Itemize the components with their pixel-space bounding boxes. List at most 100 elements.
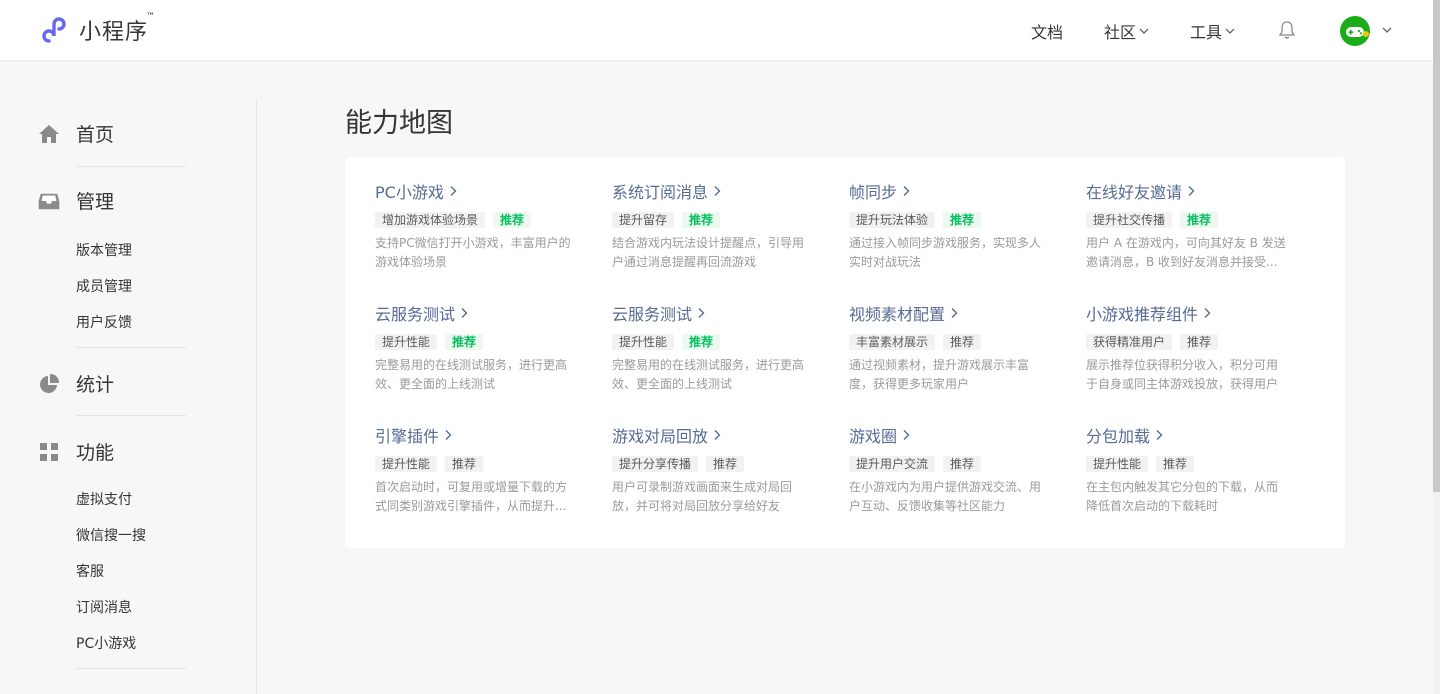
recommend-badge: 推荐 (682, 212, 721, 228)
divider (76, 166, 186, 167)
feature-tags: 提升性能 推荐 (375, 456, 575, 472)
home-icon (39, 124, 59, 143)
feature-title-link[interactable]: 游戏圈 (849, 423, 1049, 447)
feature-tag: 提升社交传播 (1086, 212, 1173, 228)
feature-title-link[interactable]: 系统订阅消息 (612, 179, 812, 203)
feature-description: 通过接入帧同步游戏服务，实现多人实时对战玩法 (849, 236, 1042, 269)
feature-title-link[interactable]: 视频素材配置 (849, 301, 1049, 325)
avatar[interactable] (1340, 16, 1370, 46)
feature-item: 游戏对局回放 提升分享传播 推荐 用户可录制游戏画面来生成对局回放，并可将对局回放分享… (612, 423, 812, 516)
sidebar-item-member-manage[interactable]: 成员管理 (76, 276, 132, 296)
chevron-right-icon (714, 186, 721, 196)
feature-description: 完整易用的在线测试服务，进行更高效、更全面的上线测试 (612, 358, 805, 391)
sidebar-item-subscribe-message[interactable]: 订阅消息 (76, 597, 132, 617)
mini-program-logo-icon (42, 17, 66, 43)
sidebar-item-version-manage[interactable]: 版本管理 (76, 240, 132, 260)
feature-title-link[interactable]: 云服务测试 (612, 301, 812, 325)
sidebar-item-pc-minigame[interactable]: PC小游戏 (76, 633, 136, 653)
recommend-badge: 推荐 (1180, 212, 1219, 228)
feature-tag: 丰富素材展示 (849, 334, 936, 350)
feature-title: 游戏对局回放 (612, 427, 709, 446)
bell-icon[interactable] (1278, 20, 1296, 40)
feature-item: PC小游戏增加游戏体验场景 推荐支持PC微信打开小游戏，丰富用户的游戏体验场景 (375, 179, 575, 272)
feature-title: 视频素材配置 (849, 305, 946, 324)
pie-chart-icon (40, 373, 60, 393)
page-title: 能力地图 (345, 108, 453, 139)
feature-tag: 提升玩法体验 (849, 212, 936, 228)
feature-title-link[interactable]: 在线好友邀请 (1086, 179, 1286, 203)
feature-item: 游戏圈提升用户交流 推荐在小游戏内为用户提供游戏交流、用户互动、反馈收集等社区能力 (849, 423, 1049, 516)
chevron-right-icon (1156, 430, 1163, 440)
feature-title: 游戏圈 (849, 427, 898, 446)
nav-tools[interactable]: 工具 (1190, 19, 1235, 43)
feature-tags: 提升留存 推荐 (612, 212, 812, 228)
chevron-right-icon (1204, 308, 1211, 318)
chevron-down-icon (1139, 28, 1149, 34)
feature-tag: 获得精准用户 (1086, 334, 1173, 350)
chevron-right-icon (714, 430, 721, 440)
feature-tag: 提升留存 (612, 212, 675, 228)
feature-title-link[interactable]: PC小游戏 (375, 179, 575, 203)
nav-community[interactable]: 社区 (1104, 19, 1149, 43)
feature-tag: 推荐 (943, 456, 982, 472)
chevron-right-icon (951, 308, 958, 318)
sidebar-item-virtual-pay[interactable]: 虚拟支付 (76, 489, 132, 509)
feature-tag: 提升性能 (375, 334, 438, 350)
sidebar-item-manage[interactable]: 管理 (38, 187, 114, 214)
feature-title: 在线好友邀请 (1086, 183, 1183, 202)
scrollbar[interactable] (1433, 0, 1440, 694)
divider (76, 415, 186, 416)
feature-tag: 提升分享传播 (612, 456, 699, 472)
feature-title-link[interactable]: 游戏对局回放 (612, 423, 812, 447)
sidebar-item-label: 管理 (76, 191, 115, 213)
feature-description: 结合游戏内玩法设计提醒点，引导用户通过消息提醒再回流游戏 (612, 236, 805, 269)
recommend-badge: 推荐 (682, 334, 721, 350)
logo[interactable]: 小程序 ™ (38, 12, 155, 46)
feature-title-link[interactable]: 云服务测试 (375, 301, 575, 325)
feature-description: 在小游戏内为用户提供游戏交流、用户互动、反馈收集等社区能力 (849, 480, 1042, 513)
feature-title: 系统订阅消息 (612, 183, 709, 202)
feature-description: 在主包内触发其它分包的下载，从而降低首次启动的下载耗时 (1086, 480, 1279, 513)
feature-title-link[interactable]: 小游戏推荐组件 (1086, 301, 1286, 325)
feature-tags: 提升分享传播 推荐 (612, 456, 812, 472)
feature-title-link[interactable]: 引擎插件 (375, 423, 575, 447)
feature-tag: 提升用户交流 (849, 456, 936, 472)
chevron-right-icon (445, 430, 452, 440)
scrollbar-thumb[interactable] (1433, 0, 1440, 492)
feature-description: 用户 A 在游戏内，可向其好友 B 发送邀请消息，B 收到好友消息并接受... (1086, 236, 1286, 269)
feature-tag: 推荐 (445, 456, 484, 472)
feature-tag: 增加游戏体验场景 (375, 212, 486, 228)
sidebar: 首页 管理 版本管理 成员管理 用户反馈 统计 功能 虚拟支付 微信搜一搜 客服… (0, 100, 257, 694)
chevron-down-icon[interactable] (1381, 24, 1393, 36)
chevron-right-icon (903, 186, 910, 196)
sidebar-item-features[interactable]: 功能 (38, 438, 114, 465)
feature-item: 帧同步提升玩法体验 推荐通过接入帧同步游戏服务，实现多人实时对战玩法 (849, 179, 1049, 272)
feature-tags: 提升玩法体验 推荐 (849, 212, 1049, 228)
sidebar-item-user-feedback[interactable]: 用户反馈 (76, 312, 132, 332)
feature-title: 帧同步 (849, 183, 898, 202)
feature-item: 小游戏推荐组件获得精准用户 推荐展示推荐位获得积分收入，积分可用于自身或同主体游戏… (1086, 301, 1286, 394)
sidebar-item-wechat-search[interactable]: 微信搜一搜 (76, 525, 146, 545)
chevron-right-icon (698, 308, 705, 318)
feature-title-link[interactable]: 分包加载 (1086, 423, 1286, 447)
feature-tag: 推荐 (1156, 456, 1195, 472)
feature-tags: 提升用户交流 推荐 (849, 456, 1049, 472)
feature-title: 引擎插件 (375, 427, 440, 446)
nav-docs[interactable]: 文档 (1031, 19, 1063, 43)
feature-tags: 增加游戏体验场景 推荐 (375, 212, 575, 228)
feature-description: 支持PC微信打开小游戏，丰富用户的游戏体验场景 (375, 236, 571, 269)
chevron-right-icon (450, 186, 457, 196)
feature-title: 分包加载 (1086, 427, 1151, 446)
sidebar-item-customer-service[interactable]: 客服 (76, 561, 104, 581)
feature-item: 视频素材配置 丰富素材展示 推荐 通过视频素材，提升游戏展示丰富度，获得更多玩家用户 (849, 301, 1049, 394)
feature-title-link[interactable]: 帧同步 (849, 179, 1049, 203)
sidebar-item-stats[interactable]: 统计 (38, 370, 114, 397)
feature-description: 展示推荐位获得积分收入，积分可用于自身或同主体游戏投放，获得用户 (1086, 358, 1279, 391)
chevron-right-icon (461, 308, 468, 318)
feature-item: 引擎插件 提升性能 推荐 首次启动时，可复用或增量下载的方式同类别游戏引擎插件，从而提… (375, 423, 575, 516)
recommend-badge: 推荐 (445, 334, 484, 350)
feature-tag: 推荐 (1180, 334, 1219, 350)
feature-tag: 提升性能 (612, 334, 675, 350)
feature-tags: 提升性能 推荐 (375, 334, 575, 350)
sidebar-item-home[interactable]: 首页 (38, 120, 114, 147)
